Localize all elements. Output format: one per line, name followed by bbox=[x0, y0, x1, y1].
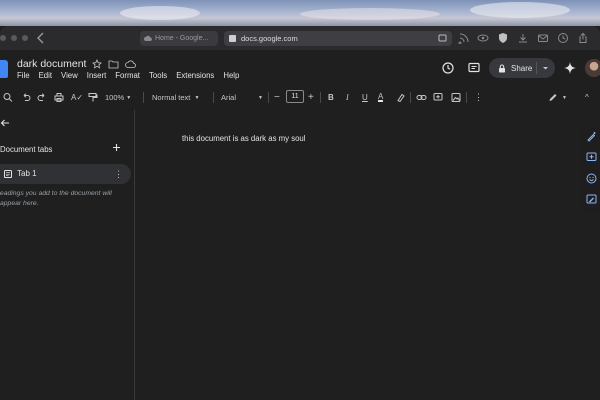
insert-image-icon[interactable] bbox=[451, 92, 461, 103]
menu-file[interactable]: File bbox=[17, 71, 30, 80]
print-icon[interactable] bbox=[54, 92, 64, 103]
share-button[interactable]: Share bbox=[489, 58, 555, 78]
docs-logo-icon[interactable] bbox=[0, 60, 8, 78]
menu-format[interactable]: Format bbox=[115, 71, 140, 80]
browser-tab-title: Home - Google... bbox=[155, 35, 209, 42]
chevron-down-icon[interactable]: ▼ bbox=[562, 92, 567, 103]
share-label: Share bbox=[511, 63, 533, 73]
increase-font-size-button[interactable]: + bbox=[308, 92, 314, 103]
help-me-write-icon[interactable] bbox=[586, 131, 597, 142]
zoom-select[interactable]: 100% ▼ bbox=[105, 92, 131, 103]
editing-mode-icon[interactable] bbox=[548, 92, 558, 103]
font-size-input[interactable]: 11 bbox=[286, 90, 304, 103]
tab-label: Tab 1 bbox=[17, 169, 37, 178]
zoom-value: 100% bbox=[105, 93, 125, 102]
italic-icon[interactable]: I bbox=[346, 92, 349, 103]
emoji-reaction-icon[interactable] bbox=[586, 173, 597, 184]
chevron-down-icon: ▼ bbox=[194, 94, 200, 101]
window-controls[interactable] bbox=[0, 35, 28, 41]
menu-help[interactable]: Help bbox=[223, 71, 239, 80]
browser-toolbar: Home - Google... docs.google.com bbox=[0, 26, 600, 50]
tab-item[interactable]: Tab 1 ⋮ bbox=[0, 164, 131, 184]
search-menus-icon[interactable] bbox=[3, 92, 13, 103]
menu-extensions[interactable]: Extensions bbox=[176, 71, 214, 80]
spellcheck-icon[interactable]: A✓ bbox=[71, 92, 83, 103]
address-text: docs.google.com bbox=[241, 34, 298, 43]
text-color-icon[interactable]: A bbox=[378, 92, 384, 102]
shield-icon[interactable] bbox=[497, 32, 509, 44]
add-comment-icon[interactable] bbox=[433, 92, 443, 103]
side-panel-rail bbox=[582, 127, 600, 213]
outline-hint: Headings you add to the document will ap… bbox=[0, 190, 112, 207]
document-body[interactable]: this document is as dark as my soul bbox=[182, 134, 306, 143]
menu-tools[interactable]: Tools bbox=[149, 71, 167, 80]
sidebar-divider bbox=[134, 110, 135, 400]
gemini-sparkle-icon[interactable] bbox=[563, 61, 577, 75]
move-folder-icon[interactable] bbox=[108, 59, 119, 69]
menu-insert[interactable]: Insert bbox=[87, 71, 107, 80]
paragraph-style-select[interactable]: Normal text ▼ bbox=[152, 92, 199, 103]
menu-bar: File Edit View Insert Format Tools Exten… bbox=[17, 71, 239, 80]
redo-icon[interactable] bbox=[37, 92, 47, 103]
back-arrow-icon[interactable] bbox=[0, 118, 10, 128]
eye-icon[interactable] bbox=[477, 32, 489, 44]
comments-icon[interactable] bbox=[467, 61, 481, 75]
back-icon[interactable] bbox=[34, 31, 48, 45]
history-icon[interactable] bbox=[557, 32, 569, 44]
chevron-down-icon[interactable] bbox=[542, 63, 549, 73]
share-page-icon[interactable] bbox=[577, 32, 589, 44]
menu-edit[interactable]: Edit bbox=[39, 71, 52, 80]
cloud-status-icon[interactable] bbox=[125, 59, 137, 69]
font-family-value: Arial bbox=[221, 93, 237, 102]
more-options-icon[interactable]: ⋮ bbox=[474, 92, 483, 103]
browser-tab[interactable]: Home - Google... bbox=[140, 31, 218, 46]
avatar[interactable] bbox=[585, 59, 600, 77]
version-history-icon[interactable] bbox=[441, 61, 455, 75]
add-tab-icon[interactable] bbox=[112, 143, 121, 152]
mail-icon[interactable] bbox=[537, 32, 549, 44]
paint-format-icon[interactable] bbox=[88, 92, 98, 103]
bold-icon[interactable]: B bbox=[328, 92, 334, 103]
star-icon[interactable] bbox=[92, 59, 102, 69]
cloud-icon bbox=[144, 35, 152, 42]
document-title[interactable]: dark document bbox=[17, 58, 86, 70]
address-bar[interactable]: docs.google.com bbox=[224, 31, 452, 46]
menu-view[interactable]: View bbox=[61, 71, 78, 80]
download-icon[interactable] bbox=[517, 32, 529, 44]
link-icon[interactable] bbox=[416, 92, 427, 103]
desktop-wallpaper bbox=[0, 0, 600, 26]
chevron-down-icon: ▼ bbox=[258, 94, 263, 101]
undo-icon[interactable] bbox=[21, 92, 31, 103]
formatting-toolbar: A✓ 100% ▼ Normal text ▼ Arial ▼ − 11 + B … bbox=[0, 89, 600, 106]
tab-options-icon[interactable]: ⋮ bbox=[114, 169, 123, 180]
document-outline-panel: Document tabs Tab 1 ⋮ Headings you add t… bbox=[0, 110, 134, 400]
underline-icon[interactable]: U bbox=[362, 92, 368, 103]
suggest-edits-icon[interactable] bbox=[586, 194, 597, 205]
chevron-down-icon: ▼ bbox=[126, 94, 132, 101]
font-family-select[interactable]: Arial ▼ bbox=[221, 92, 263, 103]
lock-icon bbox=[499, 64, 505, 72]
document-tab-icon bbox=[4, 170, 12, 178]
site-favicon-icon bbox=[229, 35, 236, 42]
highlight-icon[interactable] bbox=[396, 92, 406, 103]
hide-menus-icon[interactable]: ^ bbox=[585, 92, 589, 103]
add-comment-icon[interactable] bbox=[586, 152, 597, 163]
paragraph-style-value: Normal text bbox=[152, 93, 191, 102]
document-tabs-heading: Document tabs bbox=[0, 145, 53, 154]
decrease-font-size-button[interactable]: − bbox=[274, 92, 280, 103]
rss-icon[interactable] bbox=[458, 32, 470, 44]
translate-icon[interactable] bbox=[438, 34, 447, 43]
